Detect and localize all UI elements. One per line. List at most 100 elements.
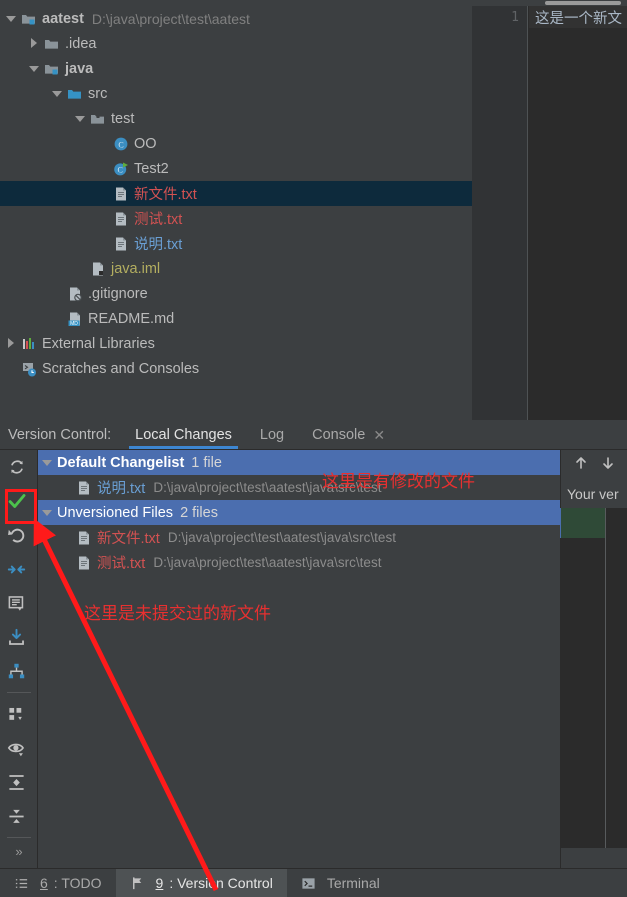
version-control-icon — [130, 876, 150, 891]
text-file-icon — [76, 555, 97, 571]
vc-tab[interactable]: Console ✕ — [298, 421, 399, 449]
text-file-icon — [113, 236, 134, 252]
scrollbar-thumb[interactable] — [545, 1, 621, 5]
scratches-icon — [21, 361, 42, 377]
editor-area[interactable]: 1 这是一个新文 — [472, 6, 627, 420]
tool-window-title: Version Control: — [8, 427, 112, 443]
vc-tab[interactable]: Log — [246, 421, 298, 449]
version-control-header: Version Control: Local Changes Log Console… — [0, 420, 627, 450]
tree-row[interactable]: 测试.txt — [0, 206, 472, 231]
tree-row[interactable]: java.iml — [0, 256, 472, 281]
diff-preview-label: Your ver — [567, 486, 619, 502]
statusbar-mnemonic: 6 — [40, 875, 48, 891]
close-icon[interactable]: ✕ — [373, 428, 385, 443]
diff-preview-toolbar — [561, 450, 627, 480]
tree-row-label: 测试.txt — [134, 212, 183, 228]
markdown-file-icon: MD — [67, 311, 88, 327]
refresh-icon[interactable] — [0, 450, 38, 484]
tree-expander-none-icon — [98, 238, 109, 249]
annotation-unversioned-note: 这里是未提交过的新文件 — [84, 604, 271, 624]
java-class-icon: C — [113, 136, 134, 152]
terminal-icon — [301, 876, 321, 891]
change-file-name: 新文件.txt — [97, 531, 160, 547]
show-diff-comment-icon[interactable] — [0, 586, 38, 620]
iml-file-icon — [90, 261, 111, 277]
editor-gutter: 1 — [472, 6, 528, 420]
vc-tab[interactable]: Local Changes — [121, 421, 246, 449]
text-file-icon — [76, 480, 97, 496]
module-folder-icon — [21, 11, 42, 27]
tree-row[interactable]: test — [0, 106, 472, 131]
tree-row[interactable]: Scratches and Consoles — [0, 356, 472, 381]
tree-expander-down-icon[interactable] — [75, 113, 86, 124]
changelist-file-row[interactable]: 新文件.txt D:\java\project\test\aatest\java\… — [38, 525, 560, 550]
line-number: 1 — [511, 10, 519, 25]
expand-all-icon[interactable] — [0, 765, 38, 799]
unshelve-icon[interactable] — [0, 654, 38, 688]
status-bar: 6 : TODO 9: Version Control Terminal — [0, 868, 627, 897]
project-tree[interactable]: aatest D:\java\project\test\aatest .idea ja… — [0, 6, 472, 420]
changelist-file-row[interactable]: 说明.txt D:\java\project\test\aatest\java\s… — [38, 475, 560, 500]
tree-expander-down-icon[interactable] — [6, 13, 17, 24]
statusbar-label: : TODO — [53, 875, 102, 891]
arrow-down-icon[interactable] — [600, 455, 616, 476]
tree-row[interactable]: .gitignore — [0, 281, 472, 306]
tree-row[interactable]: C Test2 — [0, 156, 472, 181]
toolbar-separator — [6, 692, 31, 693]
tree-row-label: Scratches and Consoles — [42, 360, 200, 377]
diff-preview-body[interactable] — [560, 508, 627, 848]
tree-expander-down-icon[interactable] — [52, 88, 63, 99]
tree-expander-right-icon[interactable] — [6, 338, 17, 349]
tree-row[interactable]: MD README.md — [0, 306, 472, 331]
changelist-count: 2 files — [180, 504, 218, 521]
tree-row-label: aatest — [42, 10, 84, 27]
tree-expander-right-icon[interactable] — [29, 38, 40, 49]
idea-window: aatest D:\java\project\test\aatest .idea ja… — [0, 0, 627, 897]
changelist-group-row[interactable]: Default Changelist 1 file — [38, 450, 560, 475]
java-runnable-class-icon: C — [113, 161, 134, 177]
statusbar-mnemonic: 9 — [155, 875, 164, 891]
tree-row[interactable]: aatest D:\java\project\test\aatest — [0, 6, 472, 31]
group-by-icon[interactable] — [0, 697, 38, 731]
local-changes-tree[interactable]: Default Changelist 1 file 说明.txt D:\java\pr… — [38, 450, 560, 868]
statusbar-item[interactable]: 6 : TODO — [0, 869, 116, 897]
statusbar-item[interactable]: Terminal — [287, 869, 394, 897]
group-expander-icon[interactable] — [42, 457, 53, 468]
tree-expander-down-icon[interactable] — [29, 63, 40, 74]
changelist-file-row[interactable]: 测试.txt D:\java\project\test\aatest\java\s… — [38, 550, 560, 575]
text-file-icon — [76, 530, 97, 546]
tree-row-label: 说明.txt — [134, 237, 183, 253]
shelve-silently-icon[interactable] — [0, 552, 38, 586]
arrow-up-icon[interactable] — [573, 455, 589, 476]
statusbar-item[interactable]: 9: Version Control — [115, 868, 287, 897]
svg-text:C: C — [118, 140, 123, 149]
diff-preview-panel: Your ver — [560, 450, 627, 868]
preview-eye-icon[interactable] — [0, 731, 38, 765]
group-expander-icon[interactable] — [42, 507, 53, 518]
package-folder-icon — [90, 111, 111, 127]
annotation-modified-note: 这里是有修改的文件 — [322, 472, 475, 492]
tree-expander-none-icon — [98, 138, 109, 149]
editor-line-1[interactable]: 这是一个新文 — [529, 6, 627, 28]
tree-row[interactable]: java — [0, 56, 472, 81]
update-project-icon[interactable] — [0, 620, 38, 654]
diff-caret-line — [605, 508, 606, 848]
diff-added-block — [561, 508, 605, 538]
tree-expander-none-icon — [75, 263, 86, 274]
tree-expander-none-icon — [52, 313, 63, 324]
libraries-icon — [21, 336, 42, 352]
more-chevrons-icon[interactable]: » — [0, 838, 38, 864]
changelist-group-row[interactable]: Unversioned Files 2 files — [38, 500, 560, 525]
tree-row[interactable]: .idea — [0, 31, 472, 56]
collapse-all-icon[interactable] — [0, 799, 38, 833]
tree-expander-none-icon — [98, 188, 109, 199]
tree-row-label: test — [111, 110, 135, 127]
tree-row[interactable]: src — [0, 81, 472, 106]
tree-row[interactable]: External Libraries — [0, 331, 472, 356]
commit-button-highlight-box — [5, 489, 37, 524]
tree-row[interactable]: C OO — [0, 131, 472, 156]
tree-row[interactable]: 新文件.txt — [0, 181, 472, 206]
tree-row-label: .idea — [65, 35, 97, 52]
tree-row[interactable]: 说明.txt — [0, 231, 472, 256]
gitignore-file-icon — [67, 286, 88, 302]
